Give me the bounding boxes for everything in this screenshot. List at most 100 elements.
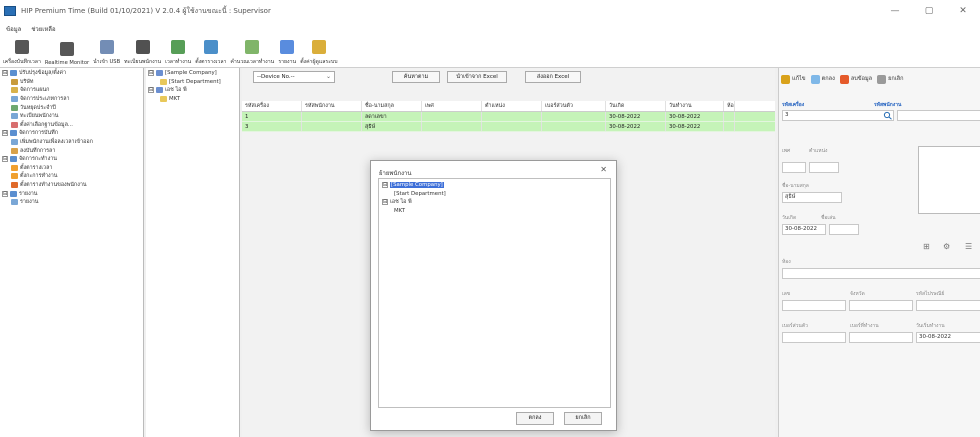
restore-button[interactable]: ▢ <box>912 0 946 22</box>
postcode-input[interactable] <box>916 300 980 311</box>
dialog-cancel-button[interactable]: ยกเลิก <box>564 412 602 425</box>
table-row[interactable]: 1 ลดาเลขา 30-08-2022 30-08-2022 <box>242 112 775 122</box>
detail-tool-0[interactable]: แก้ไข <box>781 74 806 84</box>
employee-code-input[interactable] <box>897 110 980 121</box>
folder-icon <box>156 70 163 77</box>
start-date-input[interactable]: 30-08-2022 <box>916 332 980 343</box>
toolbar-button-5[interactable]: ตั้งตารางเวลา <box>194 38 227 67</box>
monitor-icon <box>58 40 76 58</box>
nav-item-label: ตั้งตารางเวลา <box>20 164 53 171</box>
detail-tool-2[interactable]: ลบข้อมูล <box>839 74 872 84</box>
column-header[interactable]: เพศ <box>422 101 482 111</box>
close-button[interactable]: ✕ <box>946 0 980 22</box>
minimize-button[interactable]: — <box>878 0 912 22</box>
collapse-icon[interactable]: ⊟ <box>382 199 388 206</box>
nav-item[interactable]: จัดการประเภทการลา <box>2 95 143 104</box>
dept-item[interactable]: ⊟ [Sample Company] <box>148 69 239 78</box>
export-excel-button[interactable]: ส่งออก Excel <box>525 71 581 83</box>
address-input[interactable] <box>782 300 846 311</box>
toolbar-button-7[interactable]: รายงาน <box>277 38 297 67</box>
nav-item[interactable]: ตั้งตารางเวลา <box>2 164 143 173</box>
table-cell <box>482 122 542 131</box>
collapse-icon[interactable]: ⊟ <box>148 70 154 77</box>
column-header[interactable]: รหัสเครื่อง <box>242 101 302 111</box>
calendar-icon[interactable]: ⊞ <box>923 242 930 251</box>
collapse-icon[interactable]: ⊟ <box>2 190 8 197</box>
detail-tool-label: แก้ไข <box>792 76 806 82</box>
search-icon[interactable] <box>883 111 893 120</box>
collapse-icon[interactable]: ⊟ <box>2 130 8 137</box>
menu-data[interactable]: ข้อมูล <box>6 24 21 34</box>
menu-help[interactable]: ช่วยเหลือ <box>31 24 55 34</box>
detail-tool-3[interactable]: ยกเลิก <box>877 74 904 84</box>
nav-item[interactable]: ตั้งตารางทำงานของพนักงาน <box>2 181 143 190</box>
column-header[interactable]: วันทำงาน <box>666 101 724 111</box>
nav-item-label: บริษัท <box>20 78 34 85</box>
column-header[interactable]: เบอร์ส่วนตัว <box>542 101 606 111</box>
dialog-ok-button[interactable]: ตกลง <box>516 412 554 425</box>
column-header[interactable]: ตำแหน่ง <box>482 101 542 111</box>
name-input[interactable]: สุธิษ์ <box>782 192 842 203</box>
nav-item[interactable]: ⊟ จัดการกะทำงาน <box>2 155 143 164</box>
work-phone-input[interactable] <box>849 332 913 343</box>
dialog-tree-item[interactable]: [Start Department] <box>382 190 610 199</box>
table-cell <box>422 122 482 131</box>
province-input[interactable] <box>849 300 913 311</box>
search-by-button[interactable]: ค้นหาตาม <box>392 71 440 83</box>
birthday-input[interactable]: 30-08-2022 <box>782 224 826 235</box>
collapse-icon[interactable]: ⊟ <box>148 87 154 94</box>
folder-icon <box>160 96 167 103</box>
device-select[interactable]: --Device No.-- ⌄ <box>253 71 335 83</box>
collapse-icon[interactable]: ⊟ <box>2 70 8 77</box>
dialog-tree-item[interactable]: ⊟ เอช ไอ พี <box>382 198 610 207</box>
nav-item[interactable]: ⊟ รายงาน <box>2 189 143 198</box>
nav-item[interactable]: ตั้งค่าเลือกฐานข้อมูล... <box>2 121 143 130</box>
dialog-tree-item[interactable]: MKT <box>382 207 610 216</box>
toolbar-button-8[interactable]: ตั้งค่าผู้ดูแลระบบ <box>299 38 338 67</box>
toolbar-button-1[interactable]: Realtime Monitor <box>44 40 90 67</box>
dialog-tree-item[interactable]: ⊟ [Sample Company] <box>382 181 610 190</box>
toolbar-button-3[interactable]: ทะเบียนพนักงาน <box>123 38 162 67</box>
settings-icon[interactable]: ⚙ <box>943 242 950 251</box>
column-header[interactable]: ชื่อ-นามสกุล <box>362 101 422 111</box>
phone-input[interactable] <box>782 332 846 343</box>
position-input[interactable] <box>809 162 839 173</box>
dept-item[interactable]: ⊟ เอช ไอ พี <box>148 86 239 95</box>
dialog-tree-item-label: [Start Department] <box>394 190 446 197</box>
dept-item[interactable]: [Start Department] <box>148 78 239 87</box>
detail-tool-1[interactable]: ตกลง <box>810 74 835 84</box>
dialog-close-icon[interactable]: ✕ <box>600 165 607 174</box>
toolbar-button-0[interactable]: เครื่องบันทึกเวลา <box>2 38 42 67</box>
photo-box[interactable] <box>918 146 980 214</box>
nickname-input[interactable] <box>829 224 859 235</box>
toolbar-button-2[interactable]: นำเข้า USB <box>92 38 121 67</box>
toolbar-button-4[interactable]: เวลาทำงาน <box>164 38 192 67</box>
nav-item-label: จัดการการบันทึก <box>19 130 58 137</box>
list-icon[interactable]: ☰ <box>965 242 972 251</box>
nav-item[interactable]: จัดการแผนก <box>2 86 143 95</box>
collapse-icon[interactable]: ⊟ <box>2 156 8 163</box>
nav-item[interactable]: เพิ่มพนักงานเพื่อลงเวลาเข้าออก <box>2 138 143 147</box>
nav-item[interactable]: ตั้งกะการทำงาน <box>2 172 143 181</box>
gender-select[interactable] <box>782 162 806 173</box>
dialog-tree-list: ⊟ [Sample Company] [Start Department] ⊟ เอช … <box>379 179 610 215</box>
column-header[interactable]: รหัสพนักงาน <box>302 101 362 111</box>
nav-item[interactable]: บริษัท <box>2 78 143 87</box>
column-header[interactable]: ห้อง <box>724 101 735 111</box>
dept-item[interactable]: MKT <box>148 95 239 104</box>
toolbar-button-6[interactable]: คำนวณเวลาทำงาน <box>229 38 275 67</box>
table-row[interactable]: 3 สุธิษ์ 30-08-2022 30-08-2022 <box>242 122 775 132</box>
collapse-icon[interactable]: ⊟ <box>382 182 388 189</box>
nav-item[interactable]: ลงบันทึกการลา <box>2 146 143 155</box>
clock-icon <box>169 38 187 56</box>
nav-item[interactable]: ทะเบียนพนักงาน <box>2 112 143 121</box>
import-excel-button[interactable]: นำเข้าจาก Excel <box>447 71 507 83</box>
nav-item[interactable]: ⊟ จัดการการบันทึก <box>2 129 143 138</box>
room-input[interactable] <box>782 268 980 279</box>
nav-item[interactable]: ⊟ ปรับปรุงข้อมูล/ตั้งค่า <box>2 69 143 78</box>
nav-item[interactable]: รายงาน <box>2 198 143 207</box>
device-code-input[interactable]: 3 <box>782 110 894 121</box>
nav-item[interactable]: วันหยุดประจำปี <box>2 103 143 112</box>
column-header[interactable]: วันเกิด <box>606 101 666 111</box>
nickname-label: ชื่อเล่น <box>821 215 836 221</box>
